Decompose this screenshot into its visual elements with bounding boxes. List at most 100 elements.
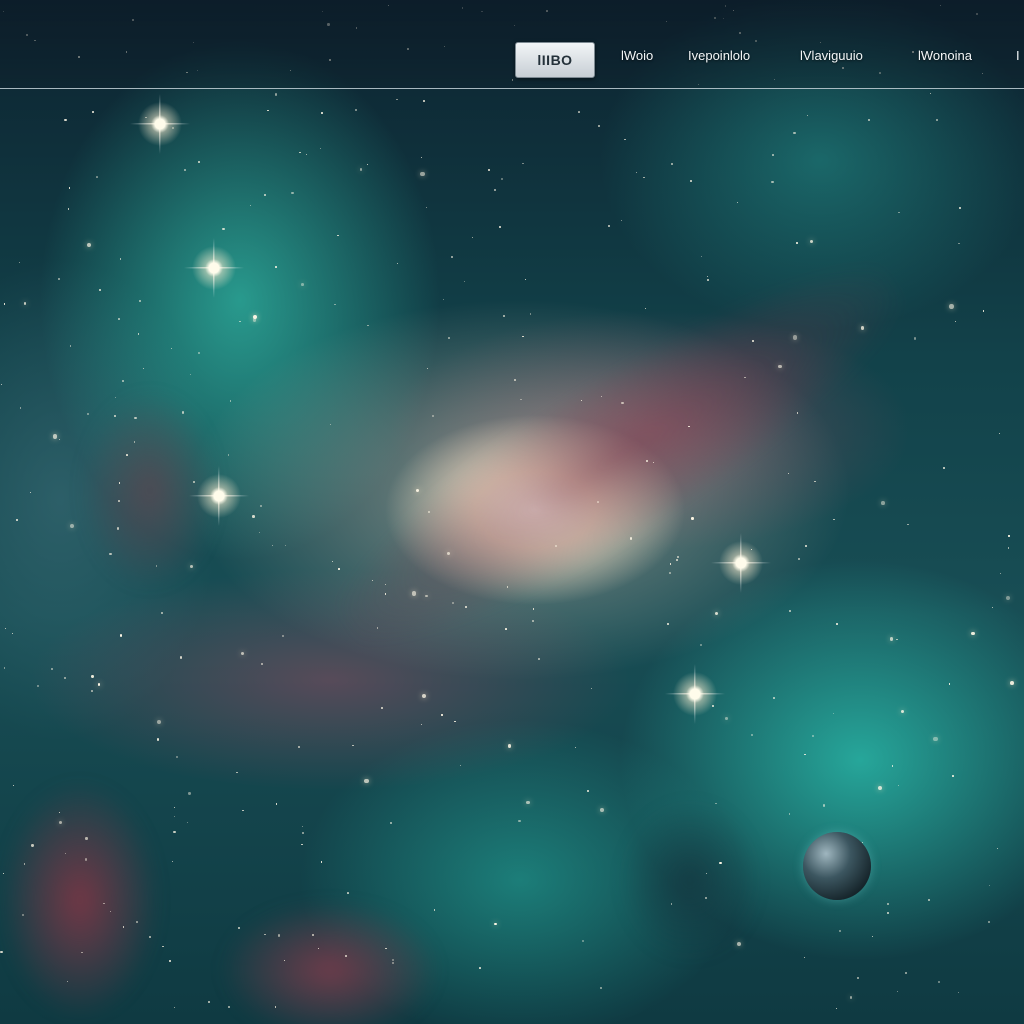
star: [301, 282, 305, 286]
star: [857, 977, 859, 980]
planet-icon: [803, 832, 871, 900]
star: [3, 873, 5, 875]
star: [59, 812, 61, 814]
star: [914, 337, 917, 340]
star: [643, 176, 645, 179]
nav-link-3[interactable]: lVlaviguuio: [800, 48, 863, 63]
star: [772, 153, 774, 156]
star: [1006, 595, 1011, 600]
star: [3, 666, 6, 669]
star: [532, 608, 535, 610]
star: [796, 242, 798, 244]
star: [103, 902, 105, 905]
star: [471, 237, 474, 239]
star: [988, 885, 990, 887]
star: [149, 936, 152, 939]
star: [798, 558, 801, 561]
star: [877, 785, 883, 791]
star: [690, 180, 693, 183]
star: [52, 434, 58, 439]
star: [161, 612, 164, 615]
star: [352, 745, 354, 747]
star: [907, 523, 910, 526]
star: [299, 151, 302, 154]
star: [590, 687, 592, 689]
star: [301, 825, 304, 827]
star: [338, 568, 340, 570]
star: [811, 734, 815, 737]
star: [524, 278, 527, 281]
star: [359, 167, 363, 171]
star: [789, 610, 791, 612]
star: [624, 138, 626, 141]
nav-link-1[interactable]: lWoio: [621, 48, 653, 63]
star: [599, 808, 604, 813]
star: [927, 899, 930, 902]
star: [3, 302, 6, 305]
star: [704, 896, 708, 900]
star: [463, 280, 466, 282]
nav-link-2[interactable]: Ivepoinlolo: [688, 48, 750, 63]
star: [157, 720, 162, 725]
star: [736, 201, 738, 204]
star: [384, 593, 387, 595]
star: [84, 858, 88, 861]
star: [91, 111, 94, 114]
star: [891, 765, 894, 767]
star: [499, 226, 501, 228]
star: [109, 910, 112, 913]
star: [229, 399, 232, 402]
star: [346, 892, 349, 895]
star: [162, 946, 164, 948]
star: [700, 256, 703, 258]
star: [12, 784, 15, 786]
star: [958, 243, 960, 245]
star: [119, 634, 123, 637]
star: [952, 775, 955, 778]
star: [134, 416, 137, 420]
star: [796, 412, 799, 414]
star: [706, 278, 710, 282]
star: [239, 320, 242, 323]
star: [281, 635, 284, 638]
star: [778, 364, 782, 369]
star: [355, 108, 358, 112]
star: [525, 800, 530, 805]
star: [581, 939, 584, 942]
star: [814, 480, 817, 483]
star: [670, 903, 673, 905]
star: [420, 723, 422, 725]
star: [319, 148, 322, 150]
logo-button[interactable]: lIIBO: [515, 42, 595, 78]
star: [179, 656, 183, 659]
star: [736, 941, 741, 947]
star: [955, 321, 957, 323]
star: [636, 172, 638, 174]
nav-link-4[interactable]: lWonoina: [918, 48, 972, 63]
star: [344, 955, 347, 958]
star: [15, 518, 19, 522]
star: [836, 622, 838, 625]
star: [396, 262, 398, 264]
star: [420, 156, 423, 159]
star: [998, 432, 1000, 435]
star: [898, 211, 900, 213]
star: [274, 93, 277, 96]
star: [447, 552, 451, 556]
star: [173, 1006, 176, 1009]
star: [174, 806, 176, 808]
star: [298, 745, 301, 748]
star: [425, 594, 428, 598]
star: [23, 863, 26, 865]
star: [676, 558, 679, 561]
star: [521, 162, 524, 165]
star: [190, 374, 192, 376]
star: [156, 565, 158, 567]
star: [948, 683, 951, 685]
nav-link-5-partial[interactable]: I: [1016, 48, 1024, 64]
star: [448, 337, 450, 339]
star: [809, 239, 813, 243]
star: [772, 696, 775, 699]
star: [900, 709, 904, 714]
star: [259, 504, 262, 507]
